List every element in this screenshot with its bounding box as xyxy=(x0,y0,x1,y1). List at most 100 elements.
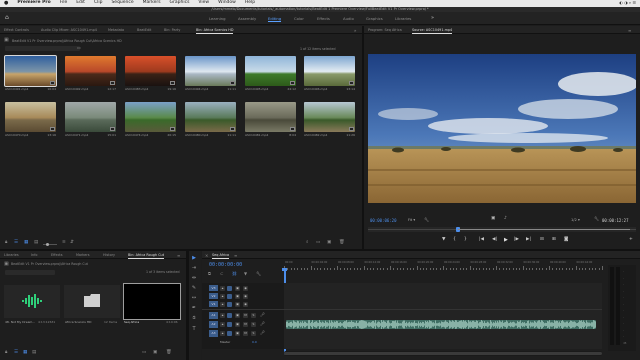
type-tool-icon[interactable]: T xyxy=(191,327,197,332)
project-lock-icon[interactable]: 🔒︎ xyxy=(5,350,7,356)
clear-icon[interactable]: 🗑︎ xyxy=(339,240,345,246)
workspace-effects[interactable]: Effects xyxy=(317,16,330,21)
tab-bin-africa-scenics[interactable]: Bin: Africa Scenics HD xyxy=(196,28,234,36)
audio-only-icon[interactable]: ♪ xyxy=(504,216,507,222)
panel-close-icon[interactable]: » xyxy=(354,28,356,33)
clip-thumbnail[interactable] xyxy=(304,56,355,86)
a2-target-icon[interactable] xyxy=(227,322,232,327)
video-frame[interactable] xyxy=(368,54,636,203)
clip-thumbnail[interactable] xyxy=(304,102,355,132)
tab-bin-africa-rough-cut[interactable]: Bin: Africa Rough Cut xyxy=(128,253,165,261)
a3-mic-icon[interactable]: 🎤︎ xyxy=(260,331,265,335)
clip-thumbnail[interactable] xyxy=(185,56,236,86)
scrub-bar[interactable] xyxy=(368,227,636,232)
current-timecode[interactable]: 00:00:06:20 xyxy=(370,219,397,223)
track-lanes[interactable] xyxy=(284,283,602,349)
tab-bin-party[interactable]: Bin: Party xyxy=(164,28,180,32)
v3-eye-icon[interactable]: ◉ xyxy=(243,285,248,291)
list-view-icon[interactable]: ☰ xyxy=(14,240,18,246)
clip-thumbnail[interactable] xyxy=(65,102,116,132)
find-icon[interactable]: ⌕ xyxy=(306,240,309,246)
a1-solo-icon[interactable]: S xyxy=(251,313,256,318)
time-ruler[interactable]: 00:00 00:00:04:00 00:00:08:00 00:00:12:00 00… xyxy=(284,261,603,276)
timeline-settings-icon[interactable]: 🔧︎ xyxy=(256,272,261,276)
icon-view-icon[interactable]: ▦ xyxy=(24,240,28,246)
go-to-out-icon[interactable]: ▶| xyxy=(526,237,531,243)
new-item-icon[interactable]: ▣ xyxy=(327,240,331,246)
track-header-a3[interactable]: A3 xyxy=(209,330,218,337)
insert-icon[interactable]: ▣ xyxy=(491,216,495,222)
clip-thumbnail[interactable] xyxy=(65,56,116,86)
workspace-color[interactable]: Color xyxy=(294,16,304,21)
v3-sync-icon[interactable]: ▣ xyxy=(235,285,240,291)
hand-tool-icon[interactable]: ✋︎ xyxy=(191,316,197,321)
a3-mute-icon[interactable]: M xyxy=(243,331,248,336)
track-header-v1[interactable]: V1 xyxy=(209,301,218,307)
new-bin-bottom-icon[interactable]: ▭ xyxy=(316,240,320,246)
pen-tool-icon[interactable]: ✒ xyxy=(191,306,197,311)
v2-eye-icon[interactable]: ◉ xyxy=(243,293,248,299)
tab-info[interactable]: Info xyxy=(31,253,37,257)
tab-libraries[interactable]: Libraries xyxy=(4,253,19,257)
workspace-graphics[interactable]: Graphics xyxy=(366,16,383,21)
mark-in-icon[interactable]: ▼ xyxy=(442,237,445,243)
v1-lock-icon[interactable]: 🔒︎ xyxy=(220,301,225,307)
a1-mic-icon[interactable]: 🎤︎ xyxy=(260,313,265,317)
v1-target-icon[interactable] xyxy=(227,301,232,307)
tab-effect-controls[interactable]: Effect Controls xyxy=(4,28,29,32)
monitor-menu-icon[interactable]: ≡ xyxy=(628,28,631,33)
project-item-audio[interactable] xyxy=(4,285,60,318)
track-select-tool-icon[interactable]: ⇥ xyxy=(191,266,197,271)
menu-file[interactable]: File xyxy=(60,1,68,6)
settings-wrench-icon[interactable]: 🔧︎ xyxy=(594,217,599,221)
selection-tool-icon[interactable]: ▶ xyxy=(191,256,197,261)
a3-lock-icon[interactable]: 🔒︎ xyxy=(220,331,225,336)
tab-history[interactable]: History xyxy=(103,253,115,257)
automate-icon[interactable]: ⇵ xyxy=(70,240,74,246)
timeline-playhead-handle[interactable] xyxy=(282,268,287,271)
tab-effects[interactable]: Effects xyxy=(51,253,63,257)
lock-icon[interactable]: 🔒︎ xyxy=(5,240,7,246)
mark-out-bracket-icon[interactable]: } xyxy=(464,237,467,243)
a3-sync-icon[interactable]: ▣ xyxy=(235,331,240,336)
project-panel-menu-icon[interactable]: ≡ xyxy=(177,253,180,258)
menu-app-name[interactable]: Premiere Pro xyxy=(17,1,50,6)
menu-help[interactable]: Help xyxy=(245,1,255,6)
add-button-icon[interactable]: + xyxy=(629,237,633,243)
a2-lock-icon[interactable]: 🔒︎ xyxy=(220,322,225,327)
zoom-slider-handle[interactable] xyxy=(46,242,49,246)
a2-sync-icon[interactable]: ▣ xyxy=(235,322,240,327)
project-new-bin-icon[interactable]: ▭ xyxy=(142,350,146,356)
snap-icon[interactable]: ⊂ xyxy=(220,272,223,276)
a1-sync-icon[interactable]: ▣ xyxy=(235,313,240,318)
menu-graphics[interactable]: Graphics xyxy=(170,1,190,6)
workspace-learning[interactable]: Learning xyxy=(209,16,225,21)
a2-solo-icon[interactable]: S xyxy=(251,322,256,327)
add-marker-icon[interactable]: ▼ xyxy=(244,272,247,276)
menu-view[interactable]: View xyxy=(198,1,209,6)
fit-dropdown[interactable]: Fit ▾ xyxy=(408,218,415,223)
timeline-menu-icon[interactable]: ≡ xyxy=(234,253,237,258)
play-icon[interactable]: ▶ xyxy=(504,238,508,243)
v1-sync-icon[interactable]: ▣ xyxy=(235,301,240,307)
export-frame-icon[interactable]: ◙ xyxy=(564,237,568,243)
project-icon-view-icon[interactable]: ▦ xyxy=(23,350,27,356)
menu-edit[interactable]: Edit xyxy=(76,1,85,6)
a2-mute-icon[interactable]: M xyxy=(243,322,248,327)
ripple-edit-tool-icon[interactable]: ⇹ xyxy=(191,276,197,281)
menu-markers[interactable]: Markers xyxy=(143,1,161,6)
master-volume[interactable]: 0.0 xyxy=(252,341,257,344)
menu-sequence[interactable]: Sequence xyxy=(111,1,133,6)
home-icon[interactable]: ⌂ xyxy=(5,15,9,21)
timeline-timecode[interactable]: 00:00:00:00 xyxy=(209,263,242,268)
timeline-horizontal-scrollbar[interactable] xyxy=(284,351,602,356)
clip-thumbnail[interactable] xyxy=(185,102,236,132)
freeform-view-icon[interactable]: ▤ xyxy=(34,240,38,246)
clip-thumbnail[interactable] xyxy=(245,56,296,86)
project-clear-icon[interactable]: 🗑︎ xyxy=(166,350,172,356)
new-bin-icon[interactable]: ▭ xyxy=(77,46,81,50)
track-header-a2[interactable]: A2 xyxy=(209,321,218,328)
a1-target-icon[interactable] xyxy=(227,313,232,318)
workspace-libraries[interactable]: Libraries xyxy=(395,16,411,21)
workspace-audio[interactable]: Audio xyxy=(343,16,354,21)
